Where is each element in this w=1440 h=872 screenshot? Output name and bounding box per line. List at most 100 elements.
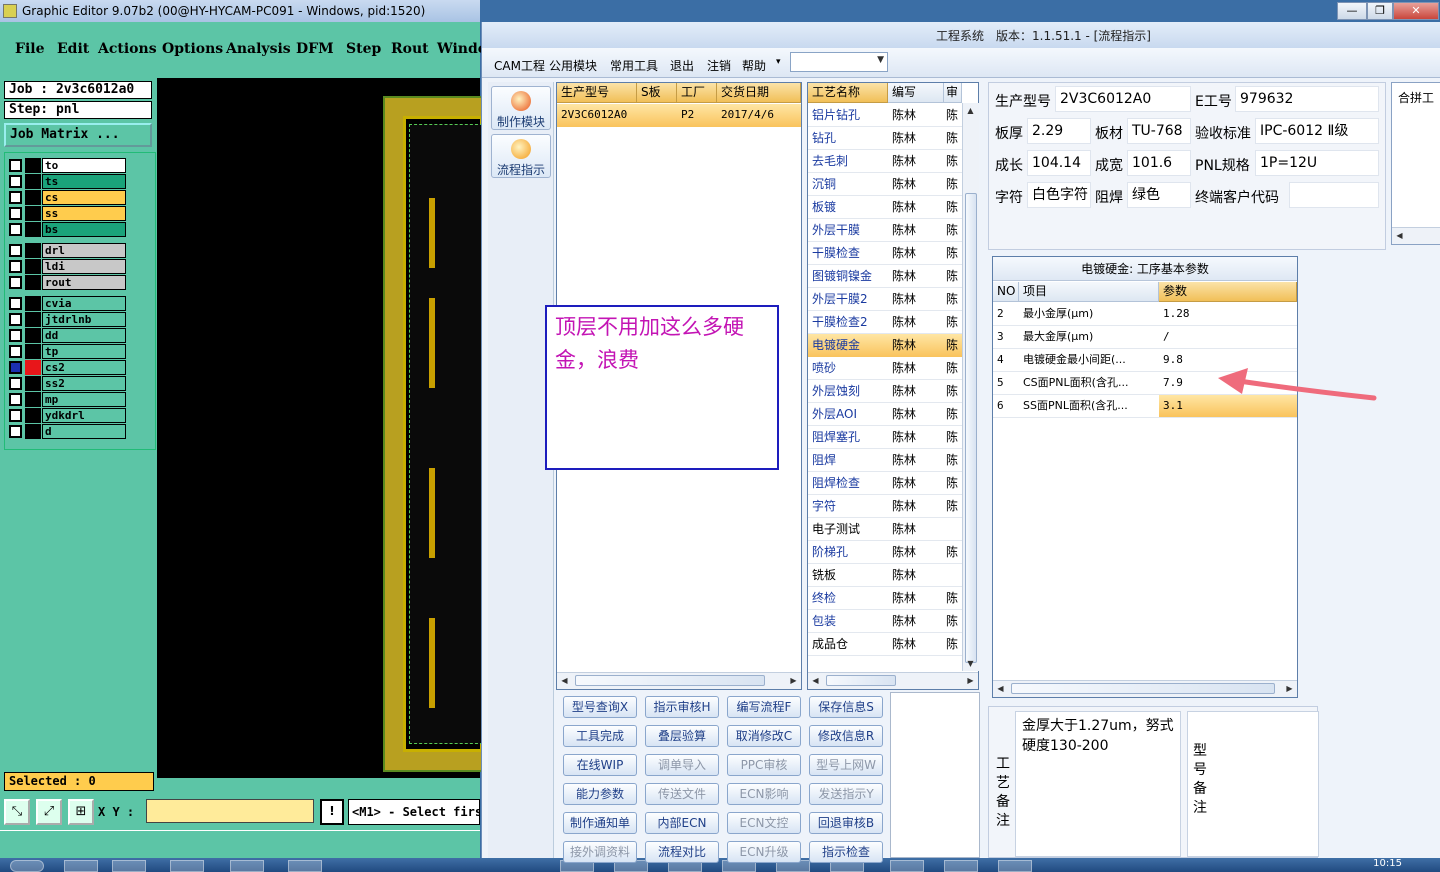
scroll-thumb[interactable] bbox=[965, 193, 977, 663]
layer-color-swatch[interactable] bbox=[25, 275, 41, 290]
col-header[interactable]: S板 bbox=[637, 83, 677, 103]
layer-color-swatch[interactable] bbox=[25, 344, 41, 359]
module-combo[interactable]: ▼ bbox=[790, 52, 888, 72]
layer-checkbox[interactable] bbox=[9, 159, 22, 172]
layer-color-swatch[interactable] bbox=[25, 243, 41, 258]
menu-step[interactable]: Step bbox=[346, 41, 381, 57]
layer-rout[interactable]: rout bbox=[7, 275, 127, 290]
width-field[interactable]: 101.6 bbox=[1127, 150, 1191, 176]
process-name-cell[interactable]: 电镀硬金 bbox=[808, 334, 888, 357]
layer-checkbox[interactable] bbox=[9, 207, 22, 220]
process-remark-text[interactable]: 金厚大于1.27um，努式硬度130-200 bbox=[1015, 711, 1181, 857]
chevron-left-icon[interactable]: ◀ bbox=[808, 673, 823, 688]
taskbar-item[interactable] bbox=[112, 860, 146, 872]
layer-checkbox[interactable] bbox=[9, 260, 22, 273]
pnl-spec-field[interactable]: 1P=12U bbox=[1255, 150, 1379, 176]
process-name-cell[interactable]: 阻焊 bbox=[808, 449, 888, 472]
zoom-tool-button[interactable]: ⤡ bbox=[4, 799, 30, 825]
process-name-cell[interactable]: 铝片钻孔 bbox=[808, 104, 888, 127]
process-name-cell[interactable]: 图镀铜镍金 bbox=[808, 265, 888, 288]
action-button-0-3[interactable]: 保存信息S bbox=[809, 696, 883, 718]
col-header[interactable]: 生产型号 bbox=[557, 83, 637, 103]
e-no-field[interactable]: 979632 bbox=[1235, 86, 1379, 112]
layer-bs[interactable]: bs bbox=[7, 222, 127, 237]
process-name-cell[interactable]: 阻焊检查 bbox=[808, 472, 888, 495]
chevron-right-icon[interactable]: ▶ bbox=[786, 673, 801, 688]
col-header[interactable]: 审 bbox=[944, 83, 962, 103]
character-field[interactable]: 白色字符 bbox=[1027, 182, 1091, 208]
menu-cam[interactable]: CAM工程 bbox=[494, 57, 545, 74]
layer-color-swatch[interactable] bbox=[25, 312, 41, 327]
chevron-left-icon[interactable]: ◀ bbox=[557, 673, 572, 688]
menu-exit[interactable]: 退出 bbox=[670, 57, 694, 74]
layer-checkbox[interactable] bbox=[9, 223, 22, 236]
taskbar-item[interactable] bbox=[288, 860, 322, 872]
taskbar-item[interactable] bbox=[64, 860, 98, 872]
layer-to[interactable]: to bbox=[7, 158, 127, 173]
scroll-thumb[interactable] bbox=[826, 675, 896, 686]
layer-color-swatch[interactable] bbox=[25, 259, 41, 274]
close-button[interactable]: ✕ bbox=[1393, 2, 1439, 20]
process-name-cell[interactable]: 外层AOI bbox=[808, 403, 888, 426]
model-field[interactable]: 2V3C6012A0 bbox=[1055, 86, 1191, 112]
col-header[interactable]: 项目 bbox=[1019, 282, 1159, 302]
start-button[interactable] bbox=[10, 860, 44, 872]
layer-ldi[interactable]: ldi bbox=[7, 259, 127, 274]
scroll-thumb[interactable] bbox=[1011, 683, 1275, 694]
action-button-4-2[interactable]: ECN文控 bbox=[727, 812, 801, 834]
layer-checkbox[interactable] bbox=[9, 191, 22, 204]
taskbar-item[interactable] bbox=[230, 860, 264, 872]
layer-checkbox[interactable] bbox=[9, 393, 22, 406]
layer-checkbox[interactable] bbox=[9, 345, 22, 358]
layer-color-swatch[interactable] bbox=[25, 206, 41, 221]
layer-color-swatch[interactable] bbox=[25, 222, 41, 237]
graphics-canvas[interactable] bbox=[157, 78, 483, 778]
chevron-right-icon[interactable]: ▶ bbox=[963, 673, 978, 688]
h-scrollbar[interactable]: ◀ bbox=[1392, 227, 1440, 244]
layer-checkbox[interactable] bbox=[9, 329, 22, 342]
h-scrollbar[interactable]: ◀ ▶ bbox=[557, 672, 801, 689]
layer-checkbox[interactable] bbox=[9, 244, 22, 257]
col-header[interactable]: 交货日期 bbox=[717, 83, 801, 103]
layer-tp[interactable]: tp bbox=[7, 344, 127, 359]
layer-color-swatch[interactable] bbox=[25, 328, 41, 343]
layer-color-swatch[interactable] bbox=[25, 174, 41, 189]
layer-color-swatch[interactable] bbox=[25, 158, 41, 173]
layer-cs[interactable]: cs bbox=[7, 190, 127, 205]
length-field[interactable]: 104.14 bbox=[1027, 150, 1091, 176]
action-button-1-1[interactable]: 叠层验算 bbox=[645, 725, 719, 747]
layer-checkbox[interactable] bbox=[9, 425, 22, 438]
layer-dd[interactable]: dd bbox=[7, 328, 127, 343]
taskbar-item[interactable] bbox=[890, 860, 924, 872]
taskbar-item[interactable] bbox=[170, 860, 204, 872]
layer-checkbox[interactable] bbox=[9, 276, 22, 289]
grid-tool-button[interactable]: ⊞ bbox=[68, 799, 94, 825]
job-matrix-button[interactable]: Job Matrix ... bbox=[4, 123, 152, 147]
menu-rout[interactable]: Rout bbox=[391, 41, 429, 57]
process-name-cell[interactable]: 外层干膜 bbox=[808, 219, 888, 242]
thickness-field[interactable]: 2.29 bbox=[1027, 118, 1091, 144]
chevron-up-icon[interactable]: ▲ bbox=[963, 103, 978, 118]
solder-mask-field[interactable]: 绿色 bbox=[1127, 182, 1191, 208]
col-header[interactable]: 参数 bbox=[1159, 282, 1297, 302]
action-button-4-3[interactable]: 回退审核B bbox=[809, 812, 883, 834]
layer-mp[interactable]: mp bbox=[7, 392, 127, 407]
menu-common-module[interactable]: 公用模块 bbox=[549, 57, 597, 74]
action-button-5-1[interactable]: 流程对比 bbox=[645, 841, 719, 863]
model-remark-box[interactable]: 型号备注 bbox=[1187, 711, 1319, 857]
process-name-cell[interactable]: 喷砂 bbox=[808, 357, 888, 380]
alert-icon[interactable]: ! bbox=[320, 799, 344, 825]
layer-ss[interactable]: ss bbox=[7, 206, 127, 221]
menu-actions[interactable]: Actions bbox=[98, 41, 157, 57]
layer-ydkdrl[interactable]: ydkdrl bbox=[7, 408, 127, 423]
process-name-cell[interactable]: 电子测试 bbox=[808, 518, 888, 541]
process-name-cell[interactable]: 字符 bbox=[808, 495, 888, 518]
process-name-cell[interactable]: 板镀 bbox=[808, 196, 888, 219]
action-button-2-0[interactable]: 在线WIP bbox=[563, 754, 637, 776]
standard-field[interactable]: IPC-6012 Ⅱ级 bbox=[1255, 118, 1379, 144]
chevron-right-icon[interactable]: ▶ bbox=[1282, 681, 1297, 696]
action-button-3-0[interactable]: 能力参数 bbox=[563, 783, 637, 805]
action-button-5-3[interactable]: 指示检查 bbox=[809, 841, 883, 863]
chevron-left-icon[interactable]: ◀ bbox=[1392, 228, 1407, 243]
action-button-1-0[interactable]: 工具完成 bbox=[563, 725, 637, 747]
